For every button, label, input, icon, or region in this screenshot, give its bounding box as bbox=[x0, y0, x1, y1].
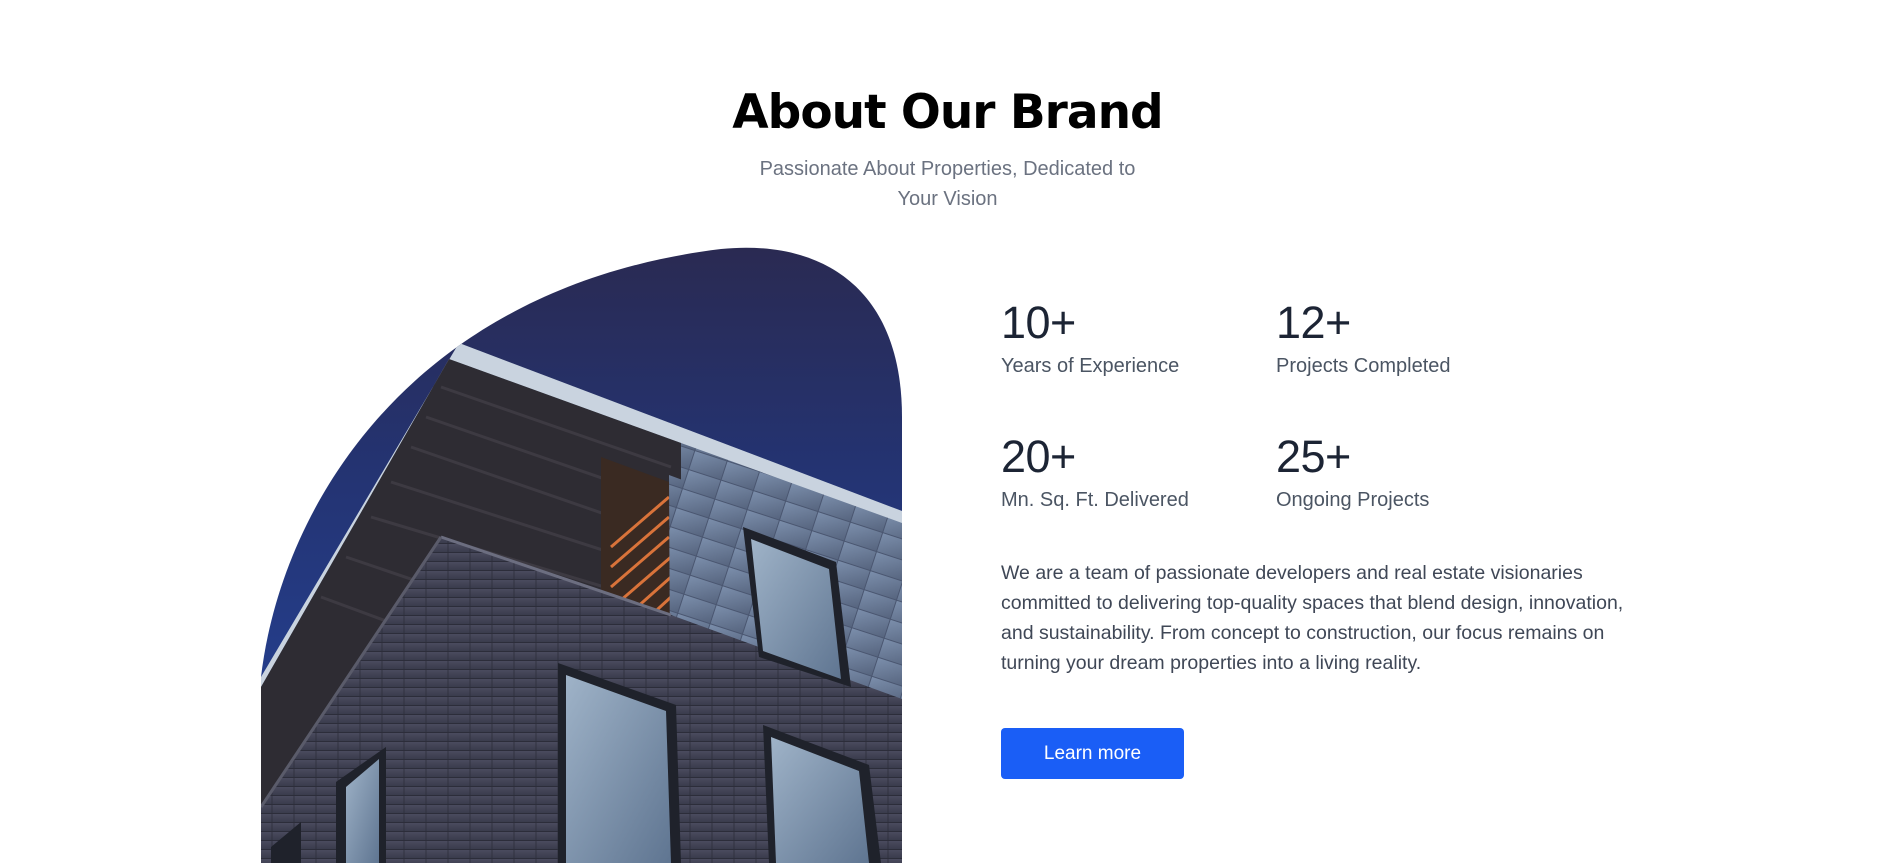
stat-value: 12+ bbox=[1276, 297, 1351, 348]
building-image bbox=[261, 247, 902, 863]
section-header: About Our Brand Passionate About Propert… bbox=[0, 84, 1895, 214]
section-subtitle: Passionate About Properties, Dedicated t… bbox=[759, 158, 1136, 210]
stat-sqft-delivered: 20+ Mn. Sq. Ft. Delivered bbox=[1001, 434, 1276, 512]
section-title: About Our Brand bbox=[732, 85, 1163, 140]
stat-label: Mn. Sq. Ft. Delivered bbox=[1001, 489, 1189, 511]
stat-value: 20+ bbox=[1001, 431, 1076, 482]
stat-value: 25+ bbox=[1276, 431, 1351, 482]
stat-years-experience: 10+ Years of Experience bbox=[1001, 300, 1276, 378]
stat-projects-completed: 12+ Projects Completed bbox=[1276, 300, 1551, 378]
about-section: About Our Brand Passionate About Propert… bbox=[0, 0, 1895, 863]
stat-label: Ongoing Projects bbox=[1276, 489, 1430, 511]
about-description: We are a team of passionate developers a… bbox=[1001, 562, 1624, 674]
learn-more-button[interactable]: Learn more bbox=[1001, 728, 1184, 779]
stat-label: Projects Completed bbox=[1276, 355, 1451, 377]
stat-ongoing-projects: 25+ Ongoing Projects bbox=[1276, 434, 1551, 512]
stats-grid: 10+ Years of Experience 12+ Projects Com… bbox=[1001, 300, 1561, 512]
stat-value: 10+ bbox=[1001, 297, 1076, 348]
stat-label: Years of Experience bbox=[1001, 355, 1180, 377]
